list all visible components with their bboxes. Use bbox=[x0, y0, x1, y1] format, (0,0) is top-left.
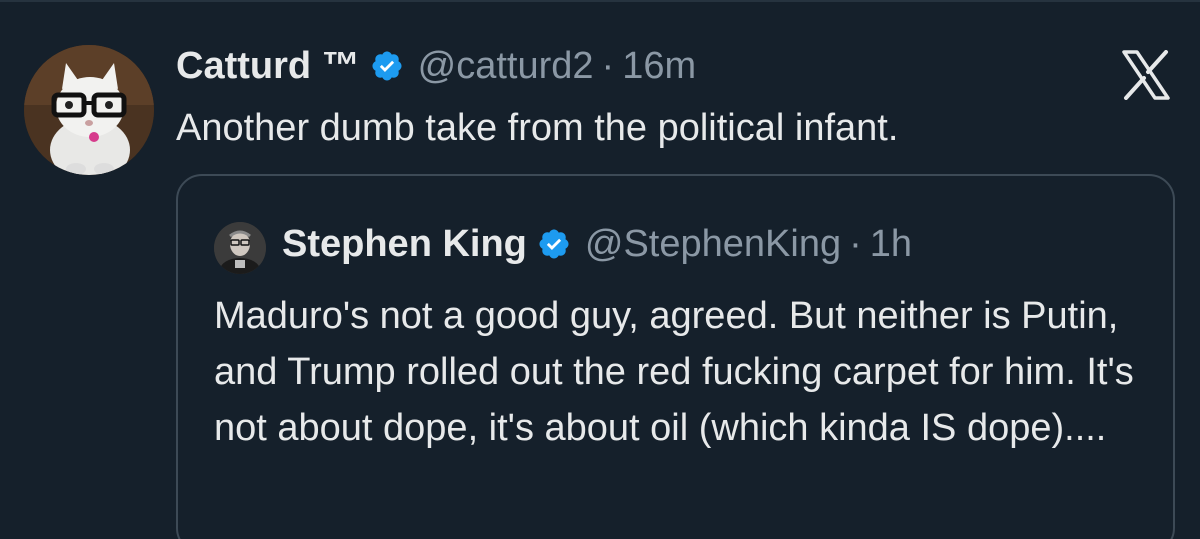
author-name[interactable]: Catturd ™ bbox=[176, 42, 360, 90]
separator-dot: · bbox=[849, 223, 862, 265]
quoted-author-handle[interactable]: @StephenKing bbox=[585, 220, 841, 268]
separator-dot: · bbox=[601, 45, 615, 87]
person-avatar-image bbox=[214, 222, 266, 274]
author-avatar[interactable] bbox=[24, 45, 154, 175]
x-logo-icon[interactable] bbox=[1120, 50, 1172, 100]
tweet-text: Another dumb take from the political inf… bbox=[176, 107, 899, 149]
quoted-tweet-header: Stephen King @StephenKing · 1h bbox=[282, 220, 912, 268]
quoted-tweet[interactable]: Stephen King @StephenKing · 1h Maduro's … bbox=[176, 174, 1175, 539]
tweet-header: Catturd ™ @catturd2 · 16m bbox=[176, 42, 696, 90]
quoted-author-avatar[interactable] bbox=[214, 222, 266, 274]
quoted-tweet-text: Maduro's not a good guy, agreed. But nei… bbox=[214, 295, 1134, 449]
tweet-timestamp[interactable]: 16m bbox=[622, 42, 696, 90]
verified-badge-icon bbox=[370, 49, 404, 83]
quoted-tweet-timestamp[interactable]: 1h bbox=[870, 220, 912, 268]
author-handle[interactable]: @catturd2 bbox=[418, 42, 594, 90]
cat-avatar-image bbox=[24, 45, 154, 175]
quoted-author-name[interactable]: Stephen King bbox=[282, 220, 527, 268]
verified-badge-icon bbox=[537, 227, 571, 261]
tweet-card[interactable]: Catturd ™ @catturd2 · 16m Another dumb t… bbox=[0, 0, 1200, 539]
